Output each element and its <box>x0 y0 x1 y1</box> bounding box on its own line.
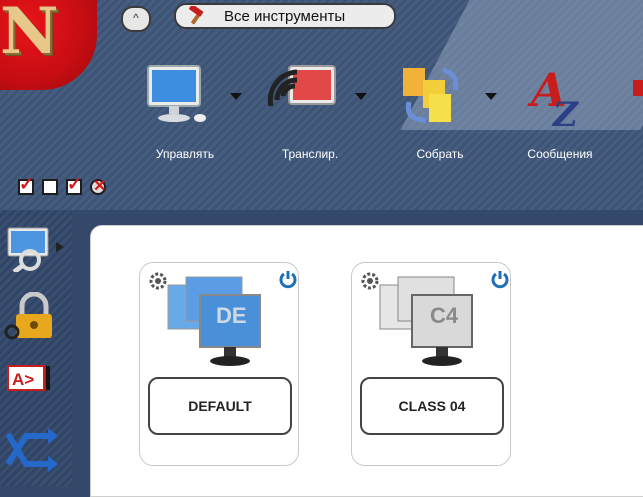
select-none-checkbox[interactable] <box>42 179 58 195</box>
lock-icon <box>4 291 52 340</box>
sidebar-item-text[interactable]: A> <box>4 360 64 410</box>
text-icon-label: A> <box>12 370 34 389</box>
collect-dropdown-caret[interactable] <box>485 93 497 100</box>
group-name-button[interactable]: CLASS 04 <box>360 377 504 435</box>
tool-manage-label: Управлять <box>155 147 215 161</box>
selection-checkboxes: ✓ ✓ ✕ <box>18 174 106 195</box>
group-name-button[interactable]: DEFAULT <box>148 377 292 435</box>
invert-selection-checkbox[interactable]: ✓ <box>66 174 82 195</box>
messages-az-icon: A Z <box>527 63 579 130</box>
tool-broadcast-label: Транслир. <box>281 147 339 161</box>
broadcast-dropdown-caret[interactable] <box>355 93 367 100</box>
text-cursor-icon: A> <box>7 365 50 391</box>
left-sidebar: A> <box>0 210 72 486</box>
disabled-checkbox[interactable]: ✕ <box>90 178 106 195</box>
sidebar-item-lock[interactable] <box>4 291 64 342</box>
shuffle-arrows-icon <box>5 428 58 472</box>
all-tools-button[interactable]: Все инструменты <box>174 3 396 29</box>
group-code: DE <box>216 303 247 328</box>
hammer-icon <box>189 6 204 25</box>
logo-letter: N <box>0 0 59 69</box>
monitor-icon <box>147 65 206 122</box>
power-icon[interactable] <box>278 269 298 289</box>
manage-dropdown-caret[interactable] <box>230 93 242 100</box>
partial-tool-icon <box>633 80 643 96</box>
groups-panel: DE DEFAULT C4 CLASS 04 <box>90 225 643 497</box>
group-code: C4 <box>430 303 459 328</box>
power-icon[interactable] <box>490 269 510 289</box>
tool-messages-label: Сообщения <box>527 147 593 161</box>
select-checked-checkbox[interactable]: ✓ <box>18 174 34 195</box>
collect-files-icon <box>403 67 459 123</box>
chevron-up-icon: ^ <box>133 11 139 25</box>
broadcast-icon <box>267 65 336 107</box>
collapse-toolbar-button[interactable]: ^ <box>121 6 151 32</box>
all-tools-label: Все инструменты <box>224 7 346 25</box>
magnifier-monitor-icon <box>7 227 64 274</box>
sidebar-item-view[interactable] <box>4 222 64 274</box>
svg-text:Z: Z <box>551 95 579 130</box>
sidebar-item-shuffle[interactable] <box>4 424 64 474</box>
tool-collect-label: Собрать <box>416 147 464 161</box>
group-card-default[interactable]: DE DEFAULT <box>139 262 299 466</box>
group-card-class04[interactable]: C4 CLASS 04 <box>351 262 511 466</box>
